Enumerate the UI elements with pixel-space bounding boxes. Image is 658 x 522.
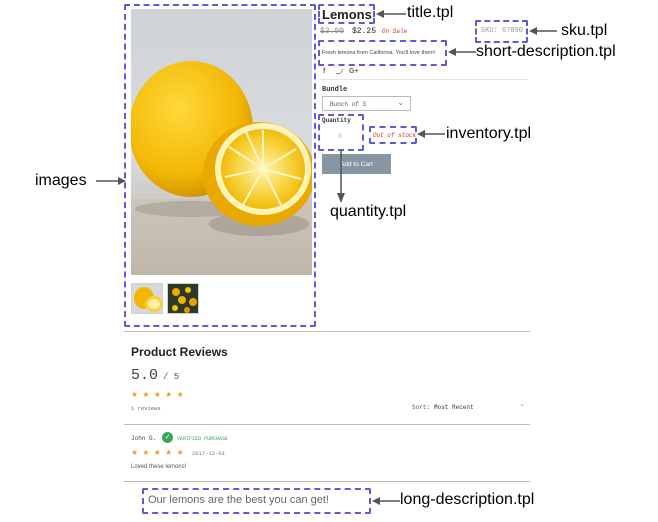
quantity-arrow-icon <box>337 151 345 203</box>
title-annotation-label: title.tpl <box>407 4 454 21</box>
long-description-arrow-icon <box>372 497 400 505</box>
divider-social <box>320 79 528 80</box>
review-text: Loved these lemons! <box>131 464 187 470</box>
sort-chevron-down-icon: ⌄ <box>519 401 525 408</box>
bundle-label: Bundle <box>322 86 348 94</box>
review-date: 2017-12-01 <box>192 450 226 457</box>
bundle-select[interactable]: Bunch of 3 ⌄ <box>322 96 411 111</box>
long-description: Our lemons are the best you can get! <box>148 494 329 506</box>
inventory-annotation-label: inventory.tpl <box>446 125 532 142</box>
sku-arrow-icon <box>529 27 557 35</box>
twitter-icon[interactable] <box>336 68 343 77</box>
twitter-bird-icon <box>336 68 343 75</box>
review-author: John G. <box>131 435 157 442</box>
quantity-label: Quantity <box>322 117 351 124</box>
chevron-down-icon: ⌄ <box>397 98 404 107</box>
quantity-input[interactable]: 0 <box>338 133 342 140</box>
lemon-illustration <box>131 61 312 275</box>
sku-annotation-label: sku.tpl <box>561 22 608 39</box>
images-annotation-label: images <box>35 172 87 189</box>
price-original: $3.00 <box>320 27 345 36</box>
reviews-score: 5.0 <box>131 367 159 384</box>
add-to-cart-button[interactable]: Add to Cart <box>322 154 391 174</box>
title-arrow-icon <box>376 10 406 18</box>
reviews-summary-stars: ★ ★ ★ ★ ★ <box>131 390 185 399</box>
sort-selected-value: Most Recent <box>434 404 474 411</box>
review-stars: ★ ★ ★ ★ ★ <box>131 448 185 457</box>
reviews-count: 1 reviews <box>131 405 161 412</box>
quantity-annotation-label: quantity.tpl <box>330 203 407 220</box>
divider-reviews-top <box>124 331 530 332</box>
price-sale: $2.25 <box>352 27 377 36</box>
verified-purchase-badge: VERIFIED PURCHASE <box>177 436 229 442</box>
short-description: Fresh lemons from California. You'll lov… <box>322 50 436 56</box>
thumbnail-lemon-icon <box>134 287 162 312</box>
sort-label: Sort: <box>412 404 431 411</box>
sale-badge: On Sale <box>382 28 408 35</box>
inventory-status: Out of stock <box>373 132 417 139</box>
product-main-image[interactable] <box>131 9 312 275</box>
google-plus-icon[interactable]: G+ <box>349 68 359 75</box>
images-arrow-icon <box>96 177 126 185</box>
facebook-icon[interactable]: f <box>323 68 325 75</box>
divider-reviews-list <box>124 424 530 425</box>
verified-check-icon: ✓ <box>162 432 173 443</box>
sort-select[interactable]: Most Recent ⌄ <box>432 401 525 413</box>
thumbnail-lemon-tree[interactable] <box>167 283 199 314</box>
thumbnail-tree-icon <box>172 287 197 313</box>
long-description-annotation-label: long-description.tpl <box>400 491 535 508</box>
short-description-arrow-icon <box>448 48 476 56</box>
bundle-selected-value: Bunch of 3 <box>330 101 367 108</box>
short-description-annotation-label: short-description.tpl <box>476 43 616 60</box>
reviews-score-max: / 5 <box>163 372 180 382</box>
inventory-arrow-icon <box>417 130 445 138</box>
thumbnail-lemons[interactable] <box>131 283 163 314</box>
product-title: Lemons <box>322 7 372 22</box>
sku-value: SKU: 67890 <box>481 27 524 35</box>
divider-long-description <box>124 481 530 482</box>
reviews-heading: Product Reviews <box>131 345 228 359</box>
